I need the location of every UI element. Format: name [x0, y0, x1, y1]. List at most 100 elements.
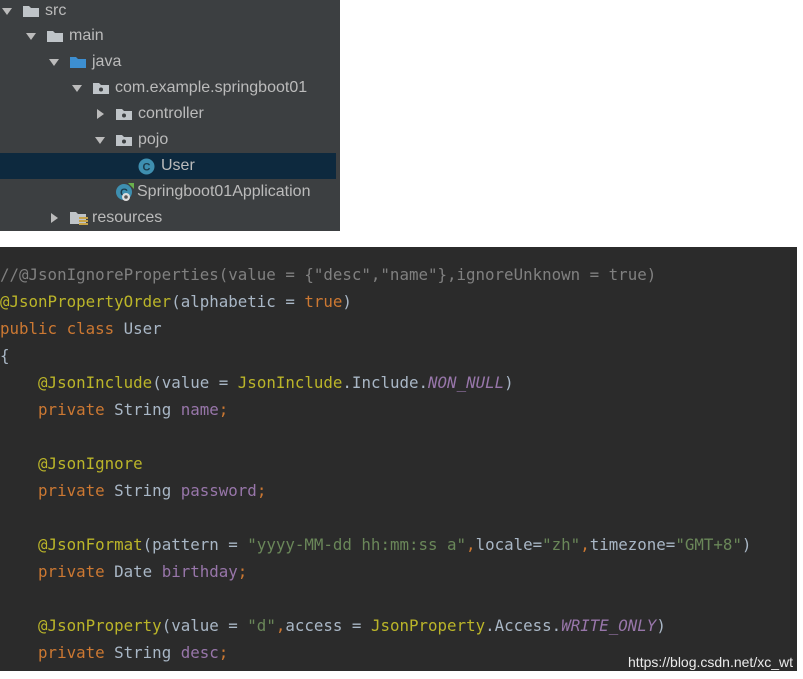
code-line: @JsonInclude(value = JsonInclude.Include… [0, 369, 514, 396]
tree-item-pojo[interactable]: pojo [0, 127, 340, 153]
package-icon [115, 133, 133, 147]
tree-item-resources[interactable]: resources [0, 205, 340, 231]
tree-item-user[interactable]: C User [0, 153, 336, 179]
code-token: @JsonProperty [38, 616, 162, 635]
code-token: , [275, 616, 286, 635]
code-token: @JsonInclude [38, 373, 153, 392]
code-token: "GMT+8" [675, 535, 742, 554]
tree-item-label: User [161, 157, 195, 174]
code-token: locale= [475, 535, 543, 554]
code-token: , [466, 535, 476, 554]
code-token: .Include. [342, 373, 429, 392]
code-token: JsonInclude [237, 373, 343, 392]
tree-item-label: com.example.springboot01 [115, 79, 308, 96]
watermark: https://blog.csdn.net/xc_wt [628, 654, 793, 670]
svg-text:C: C [143, 161, 151, 173]
code-token: ; [218, 643, 229, 662]
code-token: @JsonPropertyOrder [0, 292, 172, 311]
code-token: ; [218, 400, 229, 419]
code-token: User [123, 319, 162, 338]
code-token: access = [285, 616, 371, 635]
collapsed-arrow-icon[interactable] [47, 211, 61, 225]
code-token: Date [114, 562, 162, 581]
tree-item-label: src [45, 2, 67, 19]
code-token: @JsonFormat [38, 535, 143, 554]
code-token: true [304, 292, 343, 311]
expand-arrow-icon[interactable] [47, 55, 61, 69]
code-line: //@JsonIgnoreProperties(value = {"desc",… [0, 261, 656, 288]
code-line: private String password; [0, 477, 266, 504]
tree-item-controller[interactable]: controller [0, 101, 340, 127]
code-token: { [0, 346, 10, 365]
code-line: private Date birthday; [0, 558, 247, 585]
code-token: private [38, 643, 115, 662]
expand-arrow-icon[interactable] [70, 81, 84, 95]
collapsed-arrow-icon[interactable] [93, 107, 107, 121]
code-line: private String name; [0, 396, 228, 423]
tree-item-src[interactable]: src [0, 0, 340, 24]
code-token: password [180, 481, 257, 500]
tree-item-springboot01application[interactable]: C Springboot01Application [0, 179, 340, 205]
code-token: ; [256, 481, 267, 500]
code-token: "d" [247, 616, 276, 635]
folder-icon [22, 4, 40, 18]
package-icon [115, 107, 133, 121]
class-icon: C [138, 158, 155, 175]
tree-item-label: pojo [138, 131, 169, 148]
tree-item-main[interactable]: main [0, 23, 340, 49]
code-token: timezone= [589, 535, 676, 554]
code-token: private [38, 562, 115, 581]
code-token: (pattern = [142, 535, 248, 554]
tree-item-label: controller [138, 105, 204, 122]
code-token: (value = [161, 616, 248, 635]
code-line: @JsonProperty(value = "d",access = JsonP… [0, 612, 666, 639]
tree-item-package-root[interactable]: com.example.springboot01 [0, 75, 340, 101]
code-token: .Access. [485, 616, 562, 635]
tree-item-java[interactable]: java [0, 49, 340, 75]
code-editor[interactable]: //@JsonIgnoreProperties(value = {"desc",… [0, 247, 797, 671]
code-token: ; [237, 562, 248, 581]
code-line: @JsonPropertyOrder(alphabetic = true) [0, 288, 352, 315]
code-line: private String desc; [0, 639, 228, 666]
code-token: desc [180, 643, 219, 662]
code-token: public class [0, 319, 124, 338]
code-line: @JsonFormat(pattern = "yyyy-MM-dd hh:mm:… [0, 531, 751, 558]
expand-arrow-icon[interactable] [0, 4, 14, 18]
code-token: (alphabetic = [171, 292, 305, 311]
tree-item-label: java [92, 53, 122, 70]
code-token: ) [656, 616, 666, 635]
code-token: JsonProperty [370, 616, 486, 635]
code-token: String [114, 400, 181, 419]
code-token: ) [741, 535, 752, 554]
resources-folder-icon [69, 210, 89, 226]
code-line: @JsonIgnore [0, 450, 143, 477]
code-line: { [0, 342, 10, 369]
spring-boot-class-icon: C [115, 182, 135, 202]
expand-arrow-icon[interactable] [24, 29, 38, 43]
code-line: public class User [0, 315, 162, 342]
code-token: //@JsonIgnoreProperties(value = {"desc",… [0, 265, 657, 284]
code-token: ) [342, 292, 352, 311]
code-token: private [38, 400, 115, 419]
package-icon [92, 81, 110, 95]
source-folder-icon [69, 55, 87, 69]
code-token: "yyyy-MM-dd hh:mm:ss a" [247, 535, 467, 554]
code-token: birthday [161, 562, 238, 581]
code-token: private [38, 481, 115, 500]
code-token: NON_NULL [428, 373, 505, 392]
tree-item-label: main [69, 27, 104, 44]
tree-item-label: Springboot01Application [137, 183, 311, 200]
expand-arrow-icon[interactable] [93, 133, 107, 147]
project-tree: src main java com.example.springboot01 c… [0, 0, 340, 231]
code-token: String [114, 643, 181, 662]
folder-icon [46, 29, 64, 43]
code-token: WRITE_ONLY [561, 616, 657, 635]
